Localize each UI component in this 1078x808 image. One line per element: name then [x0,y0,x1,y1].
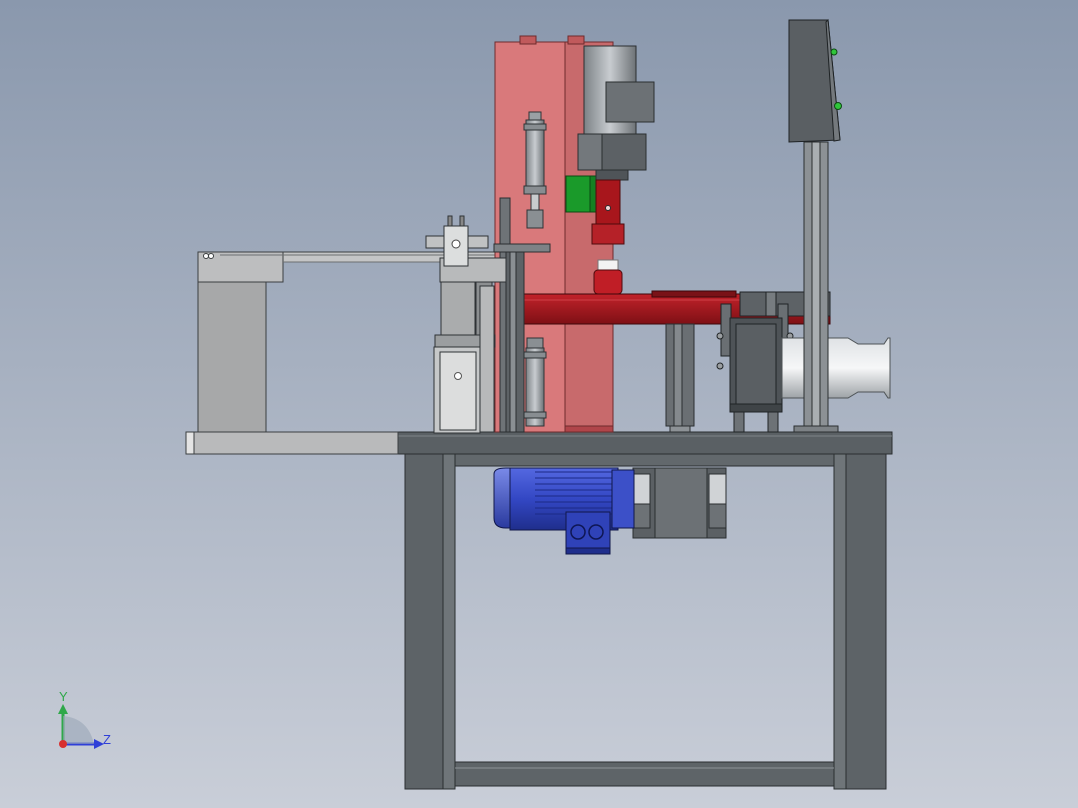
triad-y-label: Y [59,689,68,704]
pneumatic-cylinder-upper [523,111,547,229]
machine-drawing: Y Z [0,0,1078,808]
pneumatic-cylinder-lower [523,337,547,427]
cad-viewport[interactable]: Y Z [0,0,1078,808]
green-sensor-block [565,175,591,213]
triad-x-axis [59,740,67,748]
triad-z-label: Z [103,732,111,747]
horizontal-air-cylinder [781,337,891,399]
center-column [665,323,695,433]
table-top-plate [397,431,893,455]
